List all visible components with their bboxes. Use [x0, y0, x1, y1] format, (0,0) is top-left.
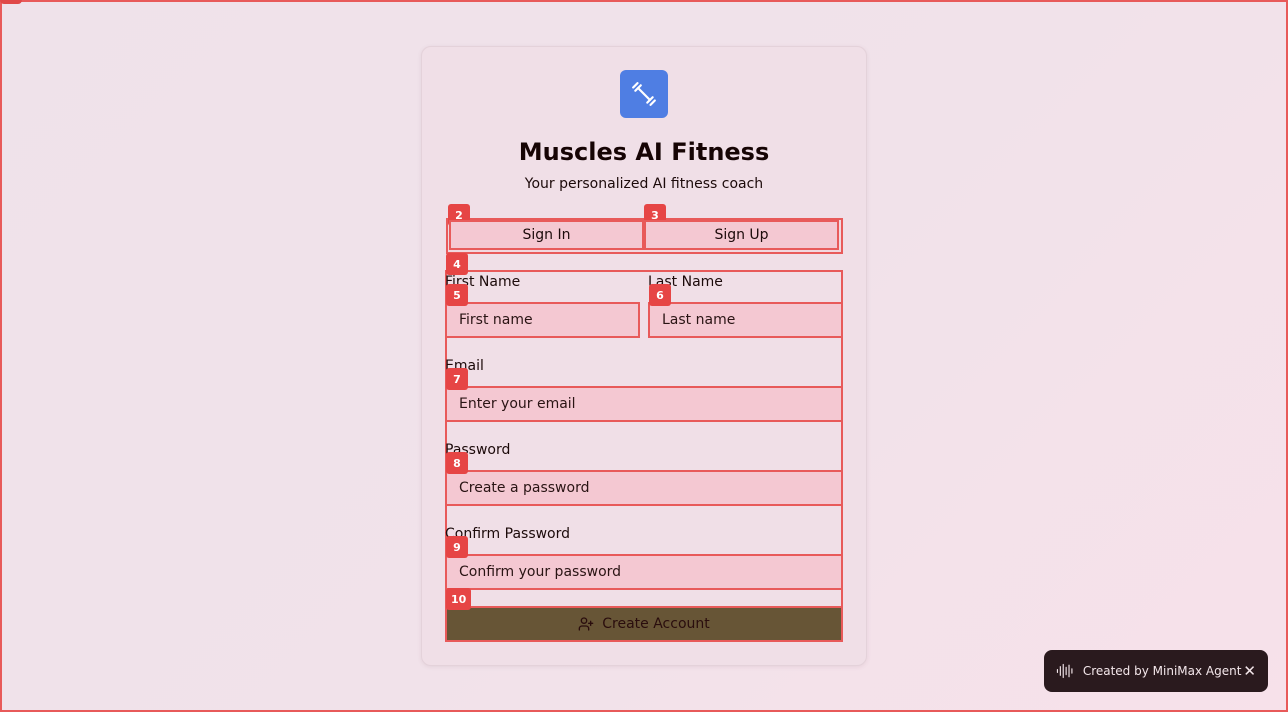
email-badge: 7	[446, 368, 468, 390]
tab-sign-up[interactable]: Sign Up	[644, 220, 839, 250]
toast-text: Created by MiniMax Agent	[1082, 664, 1242, 678]
signup-form-badge: 4	[446, 253, 468, 275]
app-logo	[620, 70, 668, 118]
dumbbell-icon	[632, 82, 656, 106]
confirm-password-badge: 9	[446, 536, 468, 558]
waveform-icon	[1056, 663, 1073, 679]
email-input[interactable]	[445, 386, 843, 422]
create-account-button[interactable]: Create Account	[445, 606, 843, 642]
annotation-corner-marker	[0, 0, 22, 4]
minimax-agent-toast: Created by MiniMax Agent ✕	[1044, 650, 1268, 692]
user-plus-icon	[578, 617, 594, 631]
password-badge: 8	[446, 452, 468, 474]
tab-sign-in[interactable]: Sign In	[449, 220, 644, 250]
password-input[interactable]	[445, 470, 843, 506]
app-title: Muscles AI Fitness	[518, 138, 770, 166]
create-account-label: Create Account	[602, 616, 710, 632]
app-subtitle: Your personalized AI fitness coach	[524, 176, 764, 192]
last-name-badge: 6	[649, 284, 671, 306]
create-account-badge: 10	[446, 588, 472, 610]
first-name-input[interactable]	[445, 302, 640, 338]
first-name-badge: 5	[446, 284, 468, 306]
close-icon[interactable]: ✕	[1241, 662, 1258, 680]
confirm-password-input[interactable]	[445, 554, 843, 590]
last-name-input[interactable]	[648, 302, 843, 338]
